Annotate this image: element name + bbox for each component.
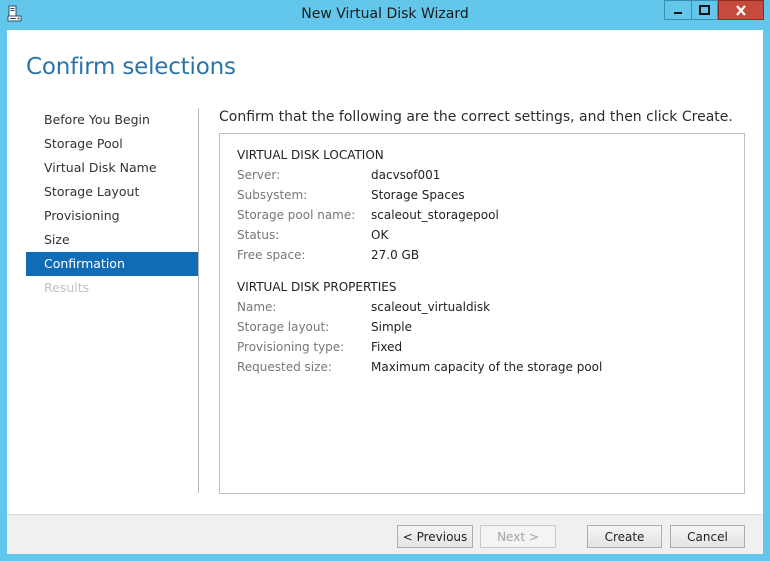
row-value: scaleout_virtualdisk — [371, 300, 491, 314]
summary-row: Status: OK — [237, 228, 737, 244]
minimize-button[interactable] — [664, 0, 691, 20]
nav-divider — [198, 108, 199, 493]
page-title: Confirm selections — [26, 54, 236, 80]
close-button[interactable] — [718, 0, 764, 20]
row-label: Free space: — [237, 248, 306, 262]
title-bar[interactable]: New Virtual Disk Wizard — [0, 0, 770, 28]
summary-row: Storage pool name: scaleout_storagepool — [237, 208, 737, 224]
instruction-text: Confirm that the following are the corre… — [219, 109, 733, 125]
row-label: Server: — [237, 168, 281, 182]
maximize-button[interactable] — [691, 0, 718, 20]
row-label: Requested size: — [237, 360, 332, 374]
wizard-body: Confirm selections Before You Begin Stor… — [7, 30, 763, 554]
nav-item-storage-layout[interactable]: Storage Layout — [26, 180, 198, 204]
row-value: Fixed — [371, 340, 403, 354]
next-button: Next > — [480, 525, 556, 548]
row-label: Provisioning type: — [237, 340, 345, 354]
previous-button[interactable]: < Previous — [397, 525, 473, 548]
row-label: Storage layout: — [237, 320, 330, 334]
row-label: Name: — [237, 300, 277, 314]
settings-summary-box[interactable]: VIRTUAL DISK LOCATION Server: dacvsof001… — [219, 133, 745, 494]
row-value: Storage Spaces — [371, 188, 465, 202]
row-label: Status: — [237, 228, 280, 242]
section-title-properties: VIRTUAL DISK PROPERTIES — [237, 280, 397, 294]
wizard-footer: < Previous Next > Create Cancel — [7, 514, 763, 554]
row-value: OK — [371, 228, 389, 242]
summary-row: Name: scaleout_virtualdisk — [237, 300, 737, 316]
row-value: 27.0 GB — [371, 248, 420, 262]
summary-row: Subsystem: Storage Spaces — [237, 188, 737, 204]
maximize-icon — [699, 5, 710, 15]
wizard-step-nav: Before You Begin Storage Pool Virtual Di… — [26, 108, 198, 300]
nav-item-virtual-disk-name[interactable]: Virtual Disk Name — [26, 156, 198, 180]
nav-item-size[interactable]: Size — [26, 228, 198, 252]
nav-item-before-you-begin[interactable]: Before You Begin — [26, 108, 198, 132]
cancel-button[interactable]: Cancel — [670, 525, 745, 548]
row-value: Simple — [371, 320, 412, 334]
window-title: New Virtual Disk Wizard — [301, 6, 469, 22]
row-value: dacvsof001 — [371, 168, 441, 182]
summary-row: Requested size: Maximum capacity of the … — [237, 360, 737, 376]
row-value: scaleout_storagepool — [371, 208, 499, 222]
summary-row: Free space: 27.0 GB — [237, 248, 737, 264]
row-label: Storage pool name: — [237, 208, 356, 222]
create-button[interactable]: Create — [587, 525, 662, 548]
summary-row: Server: dacvsof001 — [237, 168, 737, 184]
nav-item-confirmation[interactable]: Confirmation — [26, 252, 198, 276]
summary-row: Storage layout: Simple — [237, 320, 737, 336]
nav-item-provisioning[interactable]: Provisioning — [26, 204, 198, 228]
close-icon — [736, 4, 746, 16]
row-label: Subsystem: — [237, 188, 308, 202]
nav-item-storage-pool[interactable]: Storage Pool — [26, 132, 198, 156]
nav-item-results: Results — [44, 280, 90, 295]
row-value: Maximum capacity of the storage pool — [371, 360, 603, 374]
summary-row: Provisioning type: Fixed — [237, 340, 737, 356]
wizard-window: New Virtual Disk Wizard Confirm selectio… — [0, 0, 770, 561]
minimize-icon — [674, 12, 682, 14]
section-title-location: VIRTUAL DISK LOCATION — [237, 148, 384, 162]
